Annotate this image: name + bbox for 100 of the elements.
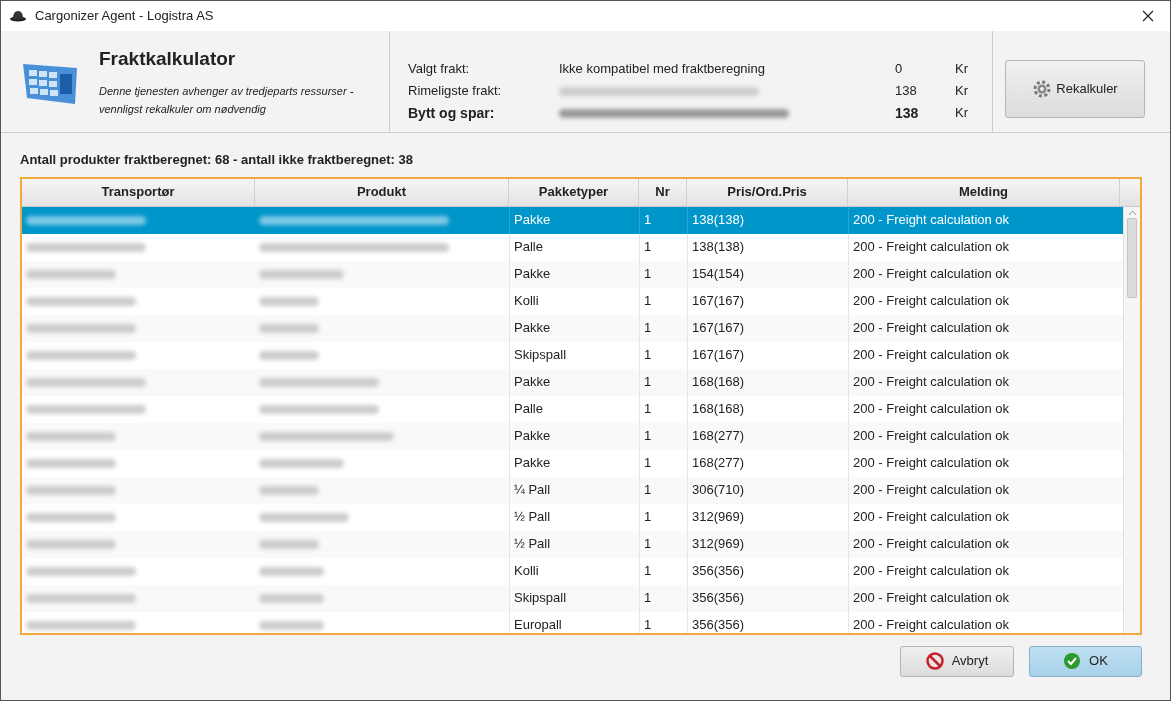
gear-icon xyxy=(1032,79,1053,99)
table-cell-text: Skipspall xyxy=(514,346,567,365)
table-row[interactable]: Skipspall 1 356(356) 200 - Freight calculation ok xyxy=(22,584,1123,612)
table-row[interactable]: Pakke 1 154(154) 200 - Freight calculation ok xyxy=(22,260,1123,288)
table-cell-text: 1 xyxy=(644,400,652,419)
table-cell-text: 1 xyxy=(644,319,652,338)
checkmark-icon xyxy=(1063,652,1082,670)
hat-icon xyxy=(9,10,27,22)
currency-text: Kr xyxy=(955,60,968,79)
blurred-text xyxy=(259,620,324,630)
table-cell-text: 200 - Freight calculation ok xyxy=(853,562,1010,581)
summary-label: Valgt frakt: xyxy=(408,60,471,79)
table-cell-text: Pakke xyxy=(514,319,551,338)
column-header[interactable]: Pakketyper xyxy=(509,178,639,206)
blurred-text xyxy=(259,296,319,306)
table-cell-text: 1 xyxy=(644,589,652,608)
table-cell-text: 1 xyxy=(644,292,652,311)
table-cell-text: Palle xyxy=(514,400,543,419)
table-cell-text: 1 xyxy=(644,454,652,473)
table-cell-text: 200 - Freight calculation ok xyxy=(853,373,1010,392)
table-cell-text: 200 - Freight calculation ok xyxy=(853,454,1010,473)
amount-text: 138 xyxy=(895,103,920,123)
table-cell-text: Europall xyxy=(514,616,562,633)
table-cell-text: 154(154) xyxy=(692,265,745,284)
table-cell-text: 168(168) xyxy=(692,373,745,392)
table-cell-text: 168(277) xyxy=(692,454,745,473)
currency-text: Kr xyxy=(955,104,968,123)
summary-label: Rimeligste frakt: xyxy=(408,82,503,101)
scrollbar[interactable] xyxy=(1123,206,1140,633)
table-cell-text: 1 xyxy=(644,481,652,500)
table-cell-text: 356(356) xyxy=(692,589,745,608)
table-cell-text: Skipspall xyxy=(514,589,567,608)
table-cell-text: Pakke xyxy=(514,211,551,230)
table-cell-text: 167(167) xyxy=(692,292,745,311)
table-cell-text: ½ Pall xyxy=(514,508,551,527)
column-header[interactable]: Nr xyxy=(639,178,687,206)
table-cell-text: 200 - Freight calculation ok xyxy=(853,238,1010,257)
table-cell-text: 200 - Freight calculation ok xyxy=(853,319,1010,338)
table-cell-text: 1 xyxy=(644,508,652,527)
table-cell-text: ¼ Pall xyxy=(514,481,551,500)
table-cell-text: Pakke xyxy=(514,427,551,446)
table-cell-text: 200 - Freight calculation ok xyxy=(853,616,1010,633)
scroll-thumb[interactable] xyxy=(1127,217,1137,298)
table-cell-text: 200 - Freight calculation ok xyxy=(853,292,1010,311)
column-header[interactable]: Melding xyxy=(848,178,1120,206)
amount-text: 138 xyxy=(895,82,918,101)
table-cell-text: 168(168) xyxy=(692,400,745,419)
table-cell-text: 312(969) xyxy=(692,508,745,527)
table-cell-text: Kolli xyxy=(514,562,539,581)
count-label: Antall produkter fraktberegnet: 68 - antall ikke fraktberegnet: 38 xyxy=(20,151,414,169)
table-cell-text: 200 - Freight calculation ok xyxy=(853,346,1010,365)
table-cell-text: 1 xyxy=(644,562,652,581)
table-cell-text: Pakke xyxy=(514,454,551,473)
cancel-button[interactable]: Avbryt xyxy=(900,645,1014,677)
summary-value: Ikke kompatibel med fraktberegning xyxy=(559,60,765,79)
table-cell-text: Palle xyxy=(514,238,543,257)
table-cell-text: 1 xyxy=(644,373,652,392)
blurred-text xyxy=(259,539,319,549)
ok-button[interactable]: OK xyxy=(1029,645,1142,677)
close-icon[interactable] xyxy=(1142,10,1154,22)
table-cell-text: Pakke xyxy=(514,265,551,284)
table-cell-text: 306(710) xyxy=(692,481,745,500)
description-text: Denne tjenesten avhenger av tredjeparts ressurser - vennligst rekalkuler om nødvendig xyxy=(99,83,355,117)
currency-text: Kr xyxy=(955,82,968,101)
blurred-text xyxy=(259,566,324,576)
scroll-up-icon[interactable] xyxy=(1127,209,1137,216)
summary-label: Bytt og spar: xyxy=(408,103,496,123)
table-cell-text: 1 xyxy=(644,427,652,446)
blurred-text xyxy=(259,593,324,603)
table-cell-text: 200 - Freight calculation ok xyxy=(853,481,1010,500)
table-cell-text: 200 - Freight calculation ok xyxy=(853,427,1010,446)
table-row[interactable]: ½ Pall 1 312(969) 200 - Freight calculation ok xyxy=(22,530,1123,558)
recalculate-button[interactable]: Rekalkuler xyxy=(1005,60,1145,118)
table-row[interactable]: Pakke 1 168(168) 200 - Freight calculation ok xyxy=(22,368,1123,396)
table-cell-text: ½ Pall xyxy=(514,535,551,554)
table-cell-text: Kolli xyxy=(514,292,539,311)
table-cell-text: 138(138) xyxy=(692,211,745,230)
table-cell-text: 168(277) xyxy=(692,427,745,446)
table-cell-text: 200 - Freight calculation ok xyxy=(853,265,1010,284)
table-row[interactable]: ¼ Pall 1 306(710) 200 - Freight calculation ok xyxy=(22,476,1123,504)
table-cell-text: 200 - Freight calculation ok xyxy=(853,400,1010,419)
page-title: Fraktkalkulator xyxy=(99,47,237,72)
table-row[interactable]: Pakke 1 167(167) 200 - Freight calculation ok xyxy=(22,314,1123,342)
table-cell-text: 1 xyxy=(644,346,652,365)
table-cell-text: 138(138) xyxy=(692,238,745,257)
table-cell-text: 1 xyxy=(644,265,652,284)
table-cell-text: 356(356) xyxy=(692,616,745,633)
no-entry-icon xyxy=(925,652,944,670)
table-cell-text: 356(356) xyxy=(692,562,745,581)
amount-text: 0 xyxy=(895,60,904,79)
column-header[interactable]: Transportør xyxy=(22,178,255,206)
window-title: Cargonizer Agent - Logistra AS xyxy=(35,7,214,26)
column-header[interactable]: Produkt xyxy=(255,178,509,206)
table-row[interactable]: Pakke 1 168(277) 200 - Freight calculation ok xyxy=(22,422,1123,450)
table-cell-text: 200 - Freight calculation ok xyxy=(853,589,1010,608)
column-header[interactable]: Pris/Ord.Pris xyxy=(687,178,848,206)
table-cell-text: 200 - Freight calculation ok xyxy=(853,508,1010,527)
blurred-text xyxy=(259,323,319,333)
blurred-text xyxy=(259,485,319,495)
table-cell-text: 167(167) xyxy=(692,346,745,365)
